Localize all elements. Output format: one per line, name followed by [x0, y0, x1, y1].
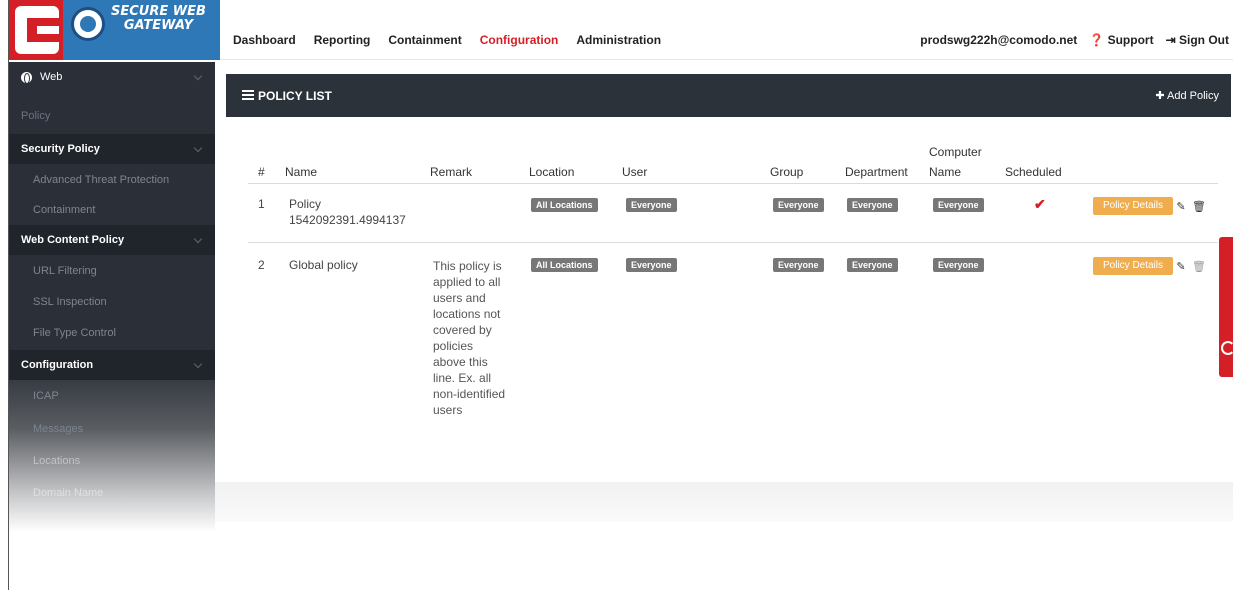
delete-icon[interactable]: 🗑	[1192, 258, 1206, 274]
shield-logo-icon	[71, 7, 105, 41]
sidebar-item-url-filtering[interactable]: URL Filtering	[9, 256, 215, 286]
nav-configuration[interactable]: Configuration	[480, 33, 559, 47]
brand-text: SECURE WEB GATEWAY	[111, 4, 206, 33]
department-badge: Everyone	[847, 198, 898, 212]
user-account[interactable]: prodswg222h@comodo.net	[920, 33, 1077, 47]
policy-details-button[interactable]: Policy Details	[1093, 257, 1173, 275]
plus-icon: ✚	[1155, 90, 1165, 102]
location-badge: All Locations	[531, 198, 598, 212]
row-num: 1	[258, 197, 265, 211]
col-header-remark[interactable]: Remark	[430, 165, 472, 179]
sidebar-item-locations[interactable]: Locations	[9, 446, 215, 476]
globe-icon	[21, 71, 32, 84]
computer-badge: Everyone	[933, 198, 984, 212]
col-header-group[interactable]: Group	[770, 165, 803, 179]
nav-administration[interactable]: Administration	[576, 33, 661, 47]
sidebar-item-containment[interactable]: Containment	[9, 195, 215, 225]
sidebar-item-web-content-policy[interactable]: Web Content Policy	[9, 225, 215, 255]
question-icon: ❓	[1089, 33, 1105, 47]
panel-header: POLICY LIST ✚ Add Policy	[226, 74, 1231, 117]
logo[interactable]: SECURE WEB GATEWAY	[9, 0, 220, 60]
policy-name: Global policy	[289, 258, 358, 272]
sidebar-item-domain-name[interactable]: Domain Name	[9, 478, 215, 508]
col-header-scheduled[interactable]: Scheduled	[1005, 165, 1062, 179]
policy-name-id: 1542092391.4994137	[289, 213, 406, 227]
edit-icon[interactable]: ✎	[1174, 198, 1188, 214]
signout-icon: ⇥	[1165, 33, 1176, 47]
col-header-location[interactable]: Location	[529, 165, 574, 179]
main-nav: Dashboard Reporting Containment Configur…	[233, 33, 661, 47]
edit-icon[interactable]: ✎	[1174, 258, 1188, 274]
chevron-down-icon	[193, 234, 203, 244]
support-link[interactable]: ❓ Support	[1089, 33, 1153, 47]
delete-icon[interactable]: 🗑	[1192, 198, 1206, 214]
header-divider	[248, 183, 1218, 184]
sidebar: Web Policy Security Policy Advanced Thre…	[9, 62, 215, 532]
sidebar-item-policy[interactable]: Policy	[9, 102, 215, 130]
chevron-down-icon	[193, 359, 203, 369]
checkmark-icon: ✔	[1034, 196, 1046, 212]
col-header-computer[interactable]: Computer	[929, 145, 982, 159]
sidebar-item-ssl-inspection[interactable]: SSL Inspection	[9, 287, 215, 317]
comodo-logo-icon	[15, 6, 59, 54]
sidebar-item-file-type-control[interactable]: File Type Control	[9, 318, 215, 348]
sidebar-item-messages[interactable]: Messages	[9, 414, 215, 444]
policy-remark: This policy is applied to all users and …	[433, 259, 506, 417]
sidebar-item-configuration[interactable]: Configuration	[9, 350, 215, 380]
col-header-name[interactable]: Name	[285, 165, 317, 179]
nav-reporting[interactable]: Reporting	[314, 33, 371, 47]
add-policy-button[interactable]: ✚ Add Policy	[1155, 89, 1219, 102]
col-header-department[interactable]: Department	[845, 165, 908, 179]
list-icon	[242, 90, 254, 101]
policy-list-panel: POLICY LIST ✚ Add Policy	[226, 74, 1231, 482]
user-badge: Everyone	[626, 198, 677, 212]
feedback-tab[interactable]	[1219, 237, 1233, 377]
chevron-down-icon	[193, 71, 203, 81]
row-num: 2	[258, 258, 265, 272]
sidebar-item-web[interactable]: Web	[9, 62, 215, 92]
nav-containment[interactable]: Containment	[388, 33, 461, 47]
sidebar-item-security-policy[interactable]: Security Policy	[9, 134, 215, 164]
col-header-num: #	[258, 165, 265, 179]
panel-title: POLICY LIST	[258, 88, 332, 103]
user-menu: prodswg222h@comodo.net ❓ Support ⇥ Sign …	[920, 33, 1229, 47]
user-badge: Everyone	[626, 258, 677, 272]
feedback-icon	[1221, 341, 1233, 355]
sidebar-item-icap[interactable]: ICAP	[9, 381, 215, 411]
page-footer-band	[215, 482, 1233, 522]
top-bar: SECURE WEB GATEWAY Dashboard Reporting C…	[9, 0, 1233, 60]
col-header-user[interactable]: User	[622, 165, 647, 179]
col-header-computer-name[interactable]: Name	[929, 165, 961, 179]
signout-link[interactable]: ⇥ Sign Out	[1166, 33, 1229, 47]
group-badge: Everyone	[773, 258, 824, 272]
location-badge: All Locations	[531, 258, 598, 272]
sidebar-item-atp[interactable]: Advanced Threat Protection	[9, 165, 215, 195]
group-badge: Everyone	[773, 198, 824, 212]
department-badge: Everyone	[847, 258, 898, 272]
policy-details-button[interactable]: Policy Details	[1093, 197, 1173, 215]
computer-badge: Everyone	[933, 258, 984, 272]
chevron-down-icon	[193, 143, 203, 153]
policy-name: Policy	[289, 197, 322, 211]
nav-dashboard[interactable]: Dashboard	[233, 33, 296, 47]
row-divider	[248, 242, 1218, 243]
